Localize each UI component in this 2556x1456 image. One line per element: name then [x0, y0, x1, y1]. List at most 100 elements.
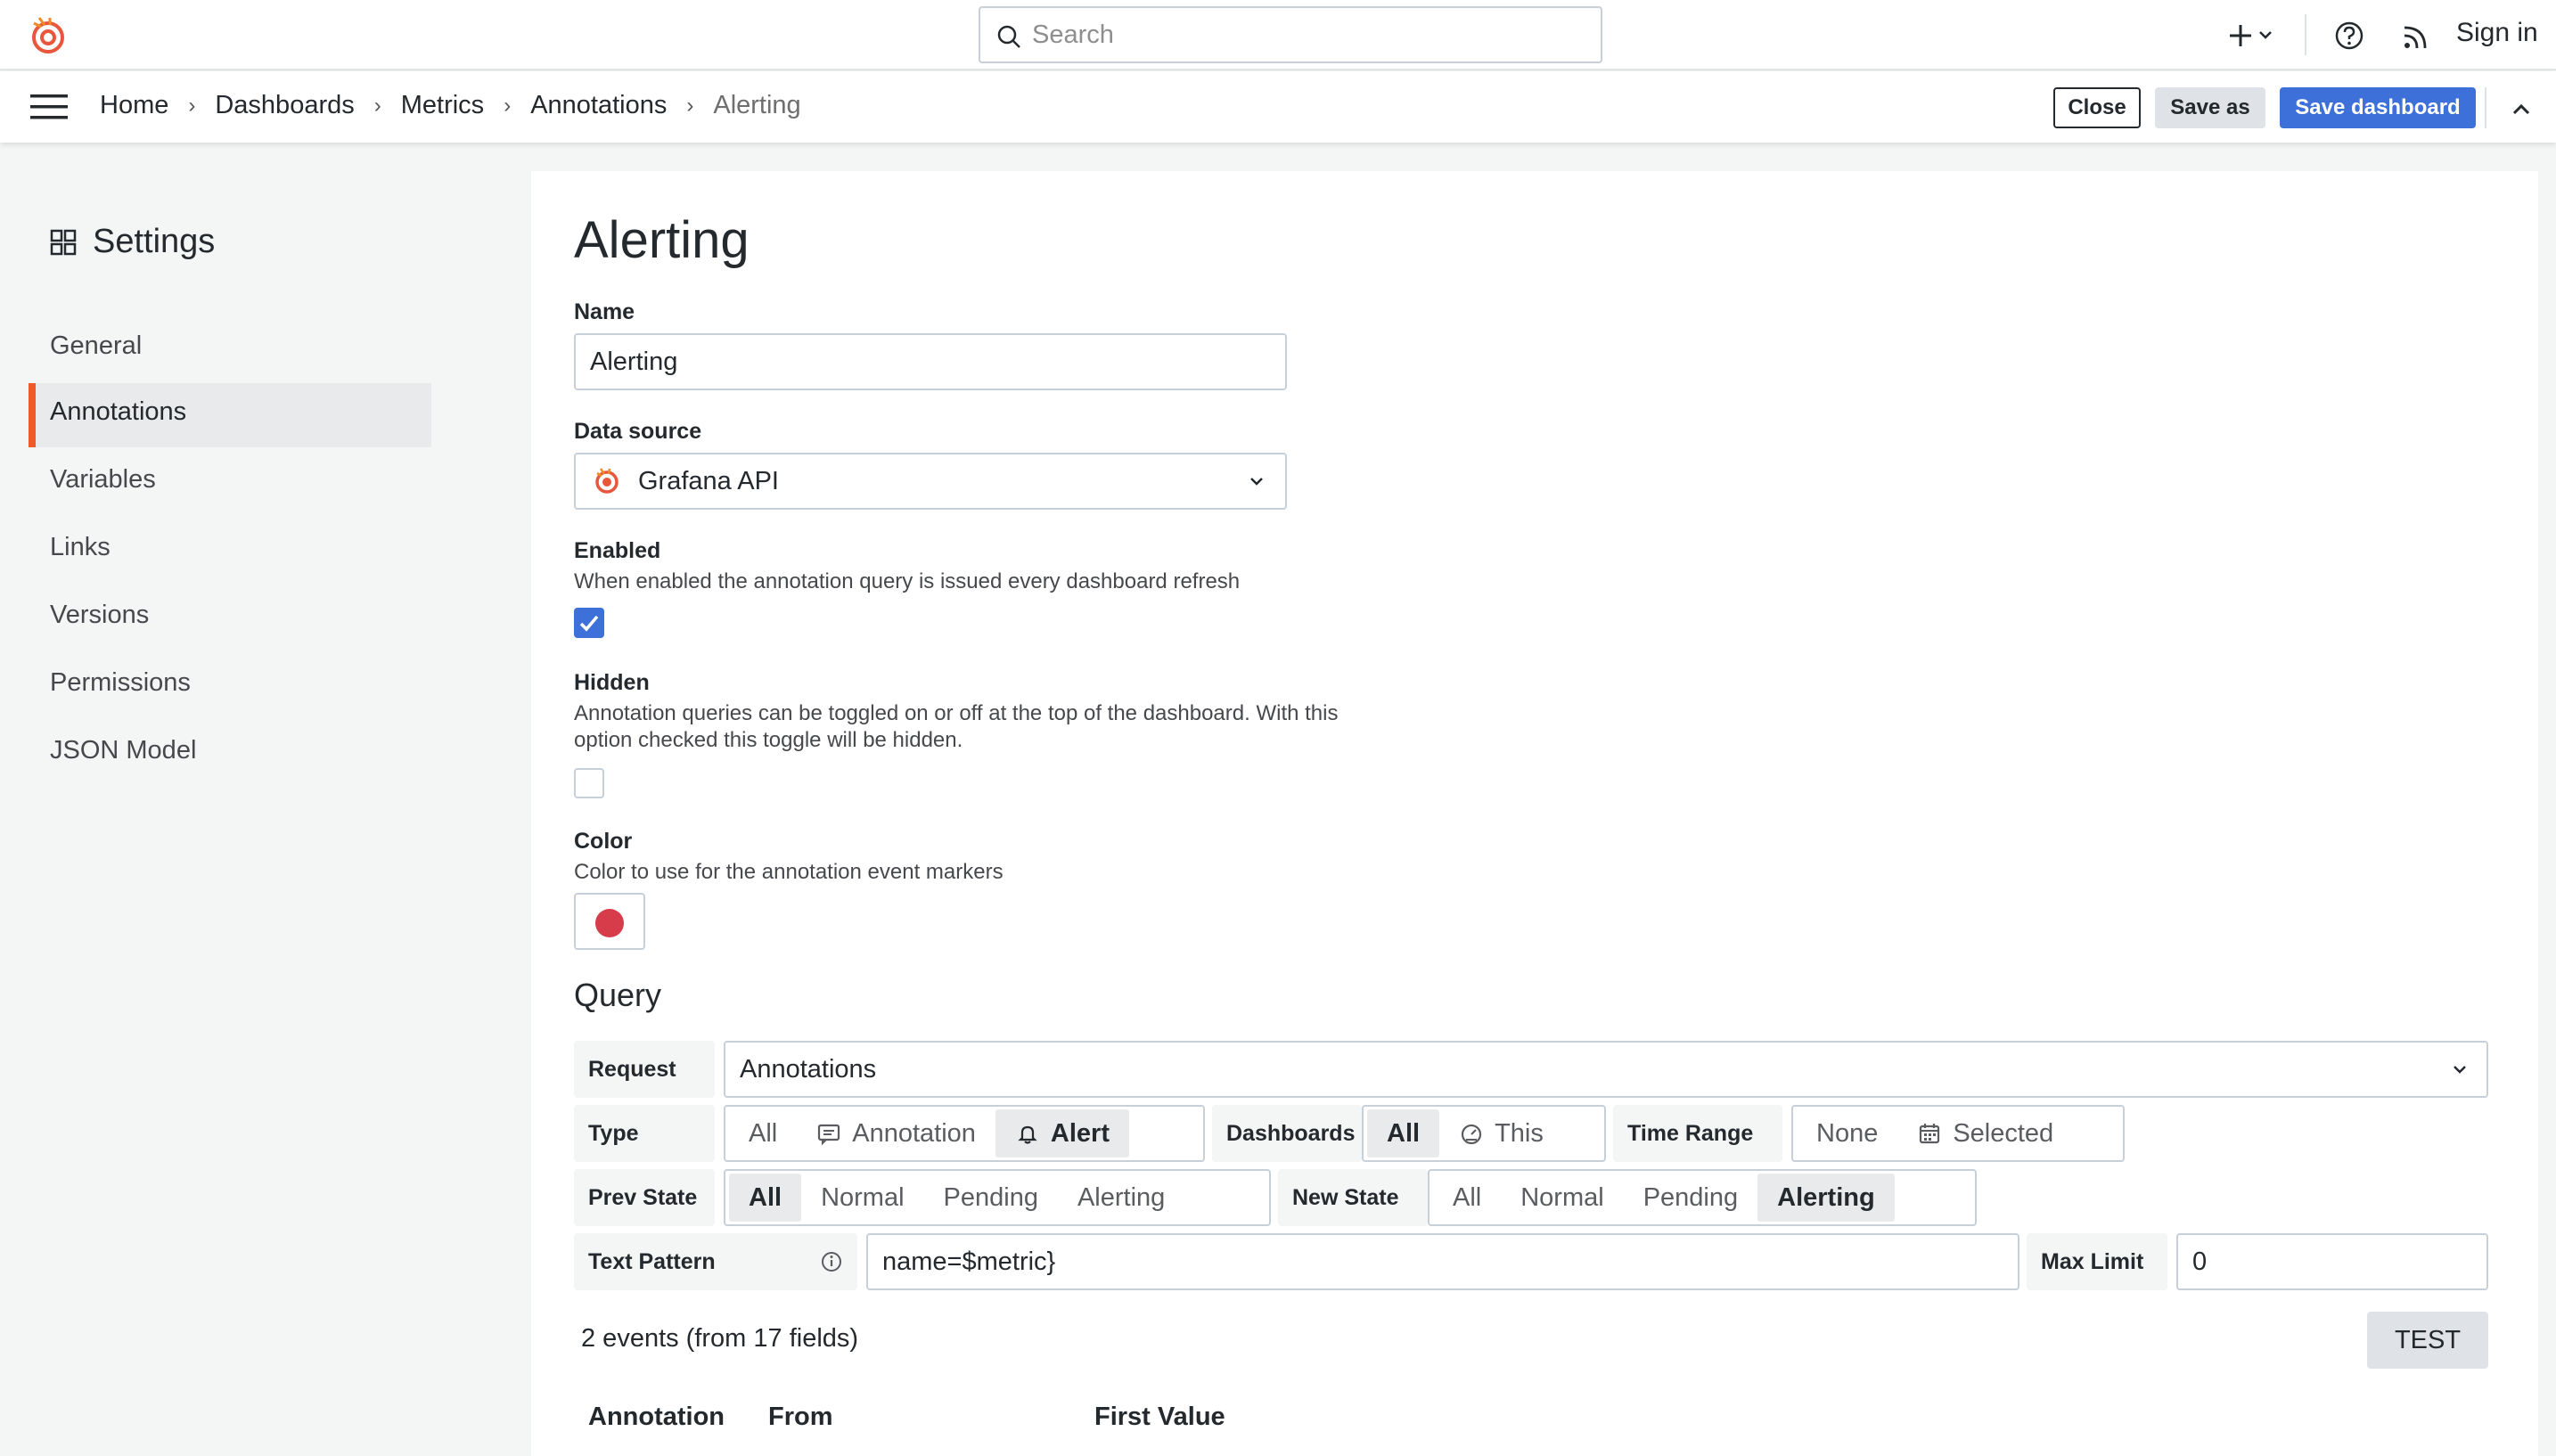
type-option-alert[interactable]: Alert: [995, 1109, 1129, 1157]
data-source-label: Data source: [574, 419, 702, 444]
name-value: Alerting: [590, 347, 678, 376]
dashboard-gauge-icon: [1461, 1124, 1482, 1145]
data-source-value: Grafana API: [638, 466, 779, 495]
column-header-first-value: First Value: [1094, 1403, 1225, 1431]
data-source-select[interactable]: Grafana API: [574, 453, 1287, 510]
page-title: Alerting: [574, 211, 750, 269]
prev-state-label: Prev State: [574, 1169, 715, 1226]
new-state-radio-group: All Normal Pending Alerting: [1428, 1169, 1977, 1226]
comment-icon: [818, 1124, 840, 1146]
new-state-option-all[interactable]: All: [1433, 1174, 1501, 1222]
dashboards-option-this[interactable]: This: [1439, 1109, 1563, 1157]
settings-heading: Settings: [50, 223, 215, 261]
enabled-checkbox[interactable]: [574, 608, 604, 638]
max-limit-label: Max Limit: [2027, 1233, 2167, 1290]
hidden-checkbox[interactable]: [574, 768, 604, 798]
close-button[interactable]: Close: [2053, 87, 2141, 128]
save-as-button[interactable]: Save as: [2155, 87, 2265, 128]
search-input[interactable]: Search: [979, 6, 1602, 63]
sidebar-item-versions[interactable]: Versions: [29, 586, 431, 650]
type-option-all[interactable]: All: [729, 1109, 797, 1157]
breadcrumb-home[interactable]: Home: [100, 91, 168, 120]
chevron-up-icon[interactable]: [2504, 94, 2538, 123]
request-select[interactable]: Annotations: [724, 1041, 2488, 1098]
dashboards-label: Dashboards: [1212, 1105, 1362, 1162]
search-icon: [997, 25, 1020, 48]
breadcrumb: Home › Dashboards › Metrics › Annotation…: [100, 91, 801, 120]
enabled-description: When enabled the annotation query is iss…: [574, 569, 1241, 593]
sidebar-item-links[interactable]: Links: [29, 519, 431, 583]
nav-bar: Home › Dashboards › Metrics › Annotation…: [0, 71, 2556, 143]
text-pattern-input[interactable]: name=$metric}: [866, 1233, 2019, 1290]
prev-state-option-pending[interactable]: Pending: [924, 1174, 1058, 1222]
chevron-right-icon: ›: [504, 93, 512, 118]
plus-icon: [2230, 25, 2251, 46]
chevron-down-icon: [2454, 1066, 2466, 1074]
calendar-icon: [1920, 1124, 1940, 1144]
hidden-label: Hidden: [574, 670, 650, 695]
search-placeholder: Search: [1032, 20, 1114, 49]
grafana-logo-icon[interactable]: [27, 14, 70, 57]
sidebar-item-annotations[interactable]: Annotations: [29, 383, 431, 447]
sidebar-item-variables[interactable]: Variables: [29, 451, 431, 515]
breadcrumb-annotations[interactable]: Annotations: [530, 91, 667, 120]
type-radio-group: All Annotation Alert: [724, 1105, 1205, 1162]
type-option-annotation[interactable]: Annotation: [797, 1109, 995, 1157]
color-label: Color: [574, 829, 633, 854]
rss-icon[interactable]: [2399, 18, 2435, 53]
settings-title: Settings: [93, 223, 216, 260]
name-label: Name: [574, 299, 635, 324]
color-swatch: [595, 909, 624, 937]
sidebar-item-permissions[interactable]: Permissions: [29, 654, 431, 718]
dashboards-option-all[interactable]: All: [1367, 1109, 1440, 1157]
new-state-label: New State: [1278, 1169, 1428, 1226]
prev-state-option-normal[interactable]: Normal: [801, 1174, 923, 1222]
results-summary: 2 events (from 17 fields): [581, 1324, 859, 1353]
max-limit-value: 0: [2192, 1247, 2208, 1276]
prev-state-radio-group: All Normal Pending Alerting: [724, 1169, 1271, 1226]
text-pattern-label: Text Pattern: [574, 1233, 857, 1290]
text-pattern-value: name=$metric}: [882, 1247, 1056, 1276]
name-field[interactable]: Alerting: [574, 333, 1287, 390]
test-button[interactable]: TEST: [2367, 1312, 2488, 1369]
new-state-option-alerting[interactable]: Alerting: [1757, 1174, 1895, 1222]
breadcrumb-dashboards[interactable]: Dashboards: [215, 91, 354, 120]
time-range-option-selected[interactable]: Selected: [1897, 1109, 2073, 1157]
sidebar-item-general[interactable]: General: [29, 317, 431, 381]
help-icon[interactable]: [2331, 18, 2367, 53]
sidebar-item-json-model[interactable]: JSON Model: [29, 722, 431, 786]
prev-state-option-alerting[interactable]: Alerting: [1058, 1174, 1184, 1222]
add-new-button[interactable]: [2224, 16, 2278, 55]
chevron-right-icon: ›: [373, 93, 381, 118]
chevron-down-icon: [2259, 31, 2272, 39]
top-bar: Search Sign in: [0, 0, 2556, 70]
info-icon[interactable]: [820, 1250, 843, 1273]
max-limit-input[interactable]: 0: [2176, 1233, 2488, 1290]
type-label: Type: [574, 1105, 715, 1162]
breadcrumb-current: Alerting: [713, 91, 801, 119]
new-state-option-normal[interactable]: Normal: [1501, 1174, 1623, 1222]
menu-icon[interactable]: [30, 93, 68, 121]
column-header-annotation: Annotation: [588, 1403, 725, 1431]
save-dashboard-button[interactable]: Save dashboard: [2280, 87, 2476, 128]
query-heading: Query: [574, 977, 662, 1013]
bell-icon: [1018, 1125, 1037, 1144]
color-picker-button[interactable]: [574, 893, 645, 950]
hidden-description-line-1: Annotation queries can be toggled on or …: [574, 701, 1339, 725]
color-description: Color to use for the annotation event ma…: [574, 860, 1004, 884]
request-label: Request: [574, 1041, 715, 1098]
apps-grid-icon: [50, 229, 77, 255]
grafana-api-icon: [595, 468, 619, 494]
time-range-label: Time Range: [1613, 1105, 1782, 1162]
chevron-right-icon: ›: [686, 93, 694, 118]
column-header-from: From: [768, 1403, 833, 1431]
prev-state-option-all[interactable]: All: [729, 1174, 802, 1222]
sign-in-link[interactable]: Sign in: [2456, 18, 2538, 48]
breadcrumb-metrics[interactable]: Metrics: [401, 91, 484, 120]
chevron-right-icon: ›: [188, 93, 196, 118]
enabled-label: Enabled: [574, 538, 661, 563]
check-icon: [579, 615, 599, 632]
time-range-option-none[interactable]: None: [1797, 1109, 1897, 1157]
new-state-option-pending[interactable]: Pending: [1624, 1174, 1757, 1222]
dashboards-radio-group: All This: [1362, 1105, 1606, 1162]
